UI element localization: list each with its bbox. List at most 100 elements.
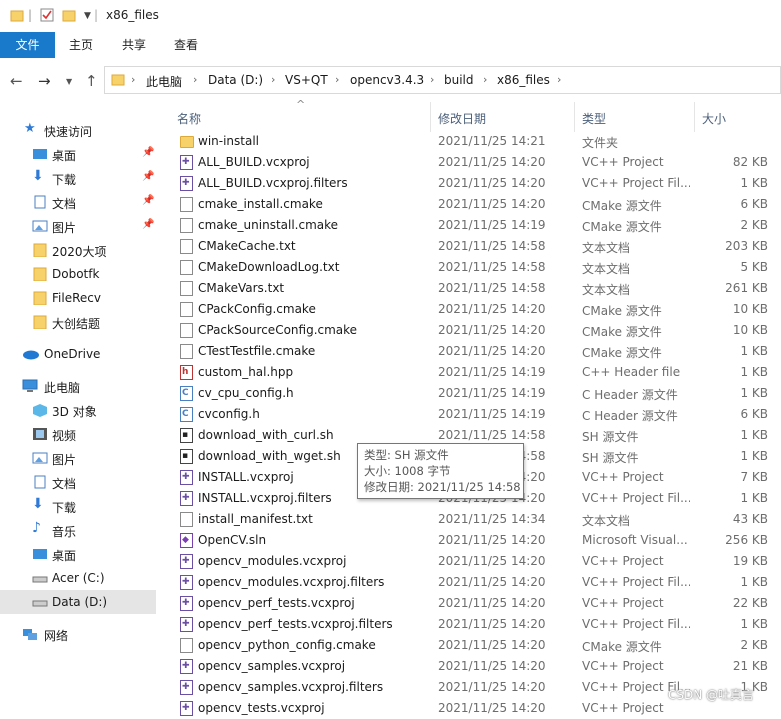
- file-row[interactable]: ✚ opencv_perf_tests.vcxproj 2021/11/25 14:…: [172, 593, 781, 614]
- file-row[interactable]: CPackConfig.cmake 2021/11/25 14:20 CMake 源…: [172, 299, 781, 320]
- file-row[interactable]: CPackSourceConfig.cmake 2021/11/25 14:20 C…: [172, 320, 781, 341]
- nav-item-quick-access[interactable]: ★ 快速访问: [0, 118, 156, 142]
- nav-item-documents-pc[interactable]: 文档: [0, 470, 156, 494]
- nav-item-label: 此电脑: [44, 381, 81, 395]
- file-row[interactable]: win-install 2021/11/25 14:21 文件夹: [172, 131, 781, 152]
- tab-home[interactable]: 主页: [60, 32, 102, 58]
- file-row[interactable]: CTestTestfile.cmake 2021/11/25 14:20 CMake…: [172, 341, 781, 362]
- new-folder-icon[interactable]: [62, 8, 76, 25]
- file-date: 2021/11/25 14:20: [438, 155, 546, 169]
- pin-icon[interactable]: 📌: [142, 147, 154, 158]
- customize-toolbar-icon[interactable]: ▼: [84, 11, 91, 21]
- breadcrumb-separator-icon[interactable]: ›: [483, 73, 487, 86]
- breadcrumb-separator-icon[interactable]: ›: [557, 73, 561, 86]
- file-type: C++ Header file: [582, 365, 681, 379]
- nav-item-dachuang[interactable]: 大创结题: [0, 310, 156, 334]
- file-row[interactable]: ◆ OpenCV.sln 2021/11/25 14:20 Microsoft Vis…: [172, 530, 781, 551]
- file-row[interactable]: ✚ opencv_perf_tests.vcxproj.filters 2021/1…: [172, 614, 781, 635]
- file-type: SH 源文件: [582, 451, 639, 465]
- recent-locations-icon[interactable]: ▼: [66, 77, 72, 86]
- desktop-icon: [32, 147, 48, 161]
- nav-item-dobotfk[interactable]: Dobotfk: [0, 262, 156, 286]
- column-divider[interactable]: [574, 102, 575, 132]
- folder-icon[interactable]: [10, 8, 24, 25]
- column-header-date[interactable]: 修改日期: [438, 110, 486, 127]
- nav-item-desktop-pc[interactable]: 桌面: [0, 542, 156, 566]
- column-header-size[interactable]: 大小: [702, 110, 726, 127]
- nav-item-label: 文档: [52, 197, 77, 211]
- nav-item-music[interactable]: ♪ 音乐: [0, 518, 156, 542]
- nav-item-filerecv[interactable]: FileRecv: [0, 286, 156, 310]
- forward-arrow-icon[interactable]: →: [38, 72, 51, 90]
- file-size: 1 KB: [740, 344, 768, 358]
- 3d-objects-icon: [32, 403, 48, 417]
- pin-icon[interactable]: 📌: [142, 195, 154, 206]
- nav-item-drive-c[interactable]: Acer (C:): [0, 566, 156, 590]
- file-row[interactable]: ✚ ALL_BUILD.vcxproj.filters 2021/11/25 14:…: [172, 173, 781, 194]
- file-row[interactable]: CMakeVars.txt 2021/11/25 14:58 文本文档 261 KB: [172, 278, 781, 299]
- nav-item-pictures[interactable]: 图片 📌: [0, 214, 156, 238]
- breadcrumb-opencv[interactable]: opencv3.4.3: [350, 73, 424, 87]
- file-row[interactable]: ✚ opencv_modules.vcxproj.filters 2021/11/2…: [172, 572, 781, 593]
- column-header-name[interactable]: 名称: [177, 110, 201, 127]
- breadcrumb-separator-icon[interactable]: ›: [335, 73, 339, 86]
- file-row[interactable]: h custom_hal.hpp 2021/11/25 14:19 C++ Heade…: [172, 362, 781, 383]
- nav-item-this-pc[interactable]: 此电脑: [0, 374, 156, 398]
- breadcrumb-separator-icon[interactable]: ›: [271, 73, 275, 86]
- nav-item-label: Dobotfk: [52, 267, 100, 281]
- up-arrow-icon[interactable]: ↑: [85, 72, 98, 90]
- text-file-icon: [180, 512, 193, 527]
- column-divider[interactable]: [430, 102, 431, 132]
- properties-icon[interactable]: [40, 8, 54, 25]
- back-arrow-icon[interactable]: ←: [10, 72, 23, 90]
- file-list: ^ 名称 修改日期 类型 大小 win-install 2021/11/25 14…: [158, 98, 781, 716]
- nav-item-onedrive[interactable]: OneDrive: [0, 342, 156, 366]
- tab-file[interactable]: 文件: [0, 32, 55, 58]
- title-bar: | ▼ | x86_files: [0, 0, 781, 32]
- nav-item-videos[interactable]: 视频: [0, 422, 156, 446]
- breadcrumb-vs-qt[interactable]: VS+QT: [285, 73, 328, 87]
- nav-item-downloads[interactable]: ⬇ 下载 📌: [0, 166, 156, 190]
- tab-share[interactable]: 共享: [113, 32, 155, 58]
- file-row[interactable]: opencv_python_config.cmake 2021/11/25 14:…: [172, 635, 781, 656]
- pin-icon[interactable]: 📌: [142, 171, 154, 182]
- nav-item-pictures-pc[interactable]: 图片: [0, 446, 156, 470]
- file-row[interactable]: install_manifest.txt 2021/11/25 14:34 文本文档…: [172, 509, 781, 530]
- breadcrumb-separator-icon[interactable]: ›: [430, 73, 434, 86]
- breadcrumb-this-pc[interactable]: 此电脑: [146, 73, 182, 90]
- nav-item-folder-2020[interactable]: 2020大项: [0, 238, 156, 262]
- pin-icon[interactable]: 📌: [142, 219, 154, 230]
- file-row[interactable]: cmake_install.cmake 2021/11/25 14:20 CMake…: [172, 194, 781, 215]
- address-bar[interactable]: › 此电脑 › Data (D:) › VS+QT › opencv3.4.3 …: [104, 66, 781, 94]
- file-date: 2021/11/25 14:20: [438, 659, 546, 673]
- nav-item-desktop[interactable]: 桌面 📌: [0, 142, 156, 166]
- column-header-type[interactable]: 类型: [582, 110, 606, 127]
- file-date: 2021/11/25 14:20: [438, 554, 546, 568]
- file-row[interactable]: CMakeCache.txt 2021/11/25 14:58 文本文档 203 KB: [172, 236, 781, 257]
- drive-icon: [32, 571, 48, 585]
- tab-view[interactable]: 查看: [165, 32, 207, 58]
- file-date: 2021/11/25 14:20: [438, 533, 546, 547]
- breadcrumb-data-drive[interactable]: Data (D:): [208, 73, 263, 87]
- breadcrumb-build[interactable]: build: [444, 73, 474, 87]
- breadcrumb-separator-icon[interactable]: ›: [193, 73, 197, 86]
- text-file-icon: [180, 218, 193, 233]
- file-row[interactable]: ✚ opencv_samples.vcxproj 2021/11/25 14:20 V…: [172, 656, 781, 677]
- breadcrumb-separator-icon[interactable]: ›: [131, 73, 135, 86]
- nav-item-drive-d[interactable]: Data (D:): [0, 590, 156, 614]
- breadcrumb-x86-files[interactable]: x86_files: [497, 73, 550, 87]
- nav-item-downloads-pc[interactable]: ⬇ 下载: [0, 494, 156, 518]
- file-row[interactable]: CMakeDownloadLog.txt 2021/11/25 14:58 文本文档…: [172, 257, 781, 278]
- nav-item-3d-objects[interactable]: 3D 对象: [0, 398, 156, 422]
- file-row[interactable]: ✚ ALL_BUILD.vcxproj 2021/11/25 14:20 VC++ P…: [172, 152, 781, 173]
- file-size: 43 KB: [732, 512, 768, 526]
- file-row[interactable]: cmake_uninstall.cmake 2021/11/25 14:19 CMa…: [172, 215, 781, 236]
- nav-item-documents[interactable]: 文档 📌: [0, 190, 156, 214]
- file-row[interactable]: Ccv_cpu_config.h 2021/11/25 14:19 C Header…: [172, 383, 781, 404]
- file-row[interactable]: ✚ opencv_modules.vcxproj 2021/11/25 14:20 V…: [172, 551, 781, 572]
- column-divider[interactable]: [694, 102, 695, 132]
- nav-item-network[interactable]: 网络: [0, 622, 156, 646]
- file-row[interactable]: Ccvconfig.h 2021/11/25 14:19 C Header 源文件 6…: [172, 404, 781, 425]
- file-type: VC++ Project: [582, 554, 664, 568]
- cloud-icon: [22, 347, 39, 361]
